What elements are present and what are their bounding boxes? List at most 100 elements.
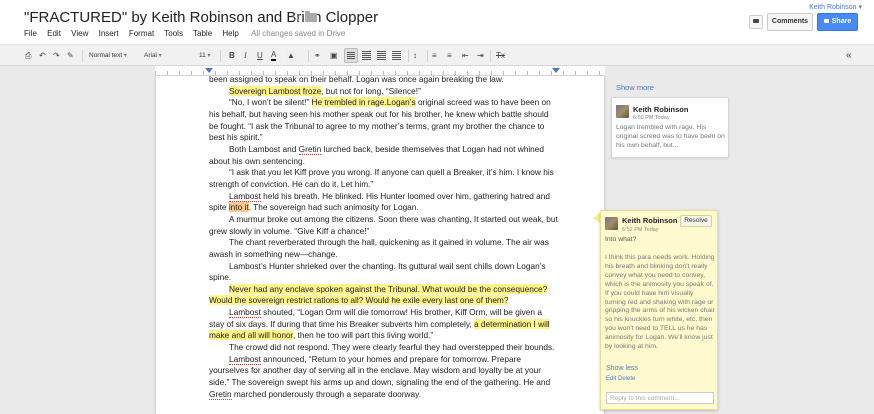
share-label: Share [831,18,852,25]
reply-input[interactable] [606,392,714,404]
left-indent-handle[interactable] [205,68,213,73]
comment-question: Into what? [605,236,637,243]
document-paragraph: Lambost held his breath. He blinked. His… [209,190,558,214]
menu-format[interactable]: Format [129,29,154,38]
star-icon[interactable]: ☆ [290,9,302,25]
comment-card-active[interactable]: Keith Robinson 6:52 PM Today Resolve Int… [600,210,718,410]
text-run: The crowd did not respond. They were cle… [229,342,555,353]
document-paragraph: Lambost’s Hunter shrieked over the chant… [209,261,558,284]
text-run: A murmur broke out among the citizens. S… [209,213,558,236]
line-spacing-icon[interactable]: ↕ [413,50,417,61]
increase-indent-icon[interactable]: ⇥ [477,50,484,61]
comment-text: Logan trembled with rage. His original s… [616,124,725,149]
text-run: Lambost’s Hunter shrieked over the chant… [209,260,546,283]
edit-comment-link[interactable]: Edit [606,376,616,382]
font-size-select[interactable]: 11 [199,50,210,62]
text-color-button[interactable]: A [271,50,277,61]
text-run: announced, “Return to your homes and pre… [209,353,551,388]
menu-table[interactable]: Table [193,29,212,38]
menu-file[interactable]: File [24,29,37,38]
folder-icon[interactable] [305,11,317,22]
underline-button[interactable]: U [257,50,263,61]
align-left-button[interactable] [344,48,358,63]
align-right-icon[interactable] [377,51,386,60]
document-paragraph: “I ask that you let Kiff prove you wrong… [209,167,558,190]
document-title[interactable]: "FRACTURED" by Keith Robinson and Brian … [24,9,378,26]
text-run: “I ask that you let Kiff prove you wrong… [209,167,554,189]
document-paragraph: Lambost announced, “Return to your homes… [209,353,558,401]
avatar [605,217,618,230]
share-button[interactable]: Share [817,13,858,31]
clear-formatting-button[interactable]: Tx [496,50,505,61]
highlighted-text: He trembled in rage. [311,97,387,108]
toolbar-divider [408,50,409,62]
numbered-list-icon[interactable]: ≡ [432,50,437,61]
align-center-icon[interactable] [362,51,371,60]
print-icon[interactable]: ⎙ [25,50,31,61]
bulleted-list-icon[interactable]: ≡ [447,50,452,61]
comment-time: 6:50 PM Today [633,115,670,121]
redo-icon[interactable]: ↷ [53,50,60,61]
insert-comment-icon[interactable]: ▣ [330,50,338,61]
chat-button[interactable] [749,15,763,29]
style-select[interactable]: Normal text [89,50,127,62]
link-icon[interactable]: ⚭ [314,50,321,61]
font-select[interactable]: Arial [144,50,162,62]
comment-text: I think this para needs work. Holding hi… [605,254,715,351]
undo-icon[interactable]: ↶ [39,50,46,61]
document-page[interactable]: been assigned to speak on their behalf. … [155,76,605,414]
resolve-button[interactable]: Resolve [680,215,712,227]
comment-card[interactable]: Keith Robinson 6:50 PM Today Logan tremb… [611,97,729,158]
toolbar-divider [220,50,221,62]
toolbar-divider [490,50,491,62]
menu-tools[interactable]: Tools [164,29,183,38]
toolbar: ⎙ ↶ ↷ ✎ Normal text Arial 11 B I U A ▲ ⚭… [0,44,874,66]
comment-actions: Edit Delete [606,375,635,384]
align-left-icon [347,52,355,59]
delete-comment-link[interactable]: Delete [618,376,635,382]
toolbar-divider [427,50,428,62]
comment-author: Keith Robinson [633,105,689,114]
document-paragraph: been assigned to speak on their behalf. … [209,76,558,86]
misspelled-word: Gretin [298,143,322,155]
text-run: marched ponderously through a separate d… [231,388,421,399]
menu-view[interactable]: View [71,29,88,38]
text-run: “No, I won’t be silent!” [229,97,312,108]
menu-help[interactable]: Help [222,29,238,38]
decrease-indent-icon[interactable]: ⇤ [462,50,469,61]
menu-insert[interactable]: Insert [99,29,119,38]
comment-time: 6:52 PM Today [622,227,659,233]
header-bar: "FRACTURED" by Keith Robinson and Brian … [0,0,874,44]
document-paragraph: Sovereign Lambost froze, but not for lon… [209,85,558,98]
account-menu[interactable]: Keith Robinson ▾ [809,3,862,11]
comments-button[interactable]: Comments [767,13,813,31]
misspelled-word: Lambost [229,190,261,202]
show-more-comments-link[interactable]: Show more [616,83,654,92]
document-paragraph: Both Lambost and Gretin lurched back, be… [209,143,558,167]
italic-button[interactable]: I [244,50,247,61]
text-run: been assigned to speak on their behalf. … [209,76,504,84]
document-paragraph: A murmur broke out among the citizens. S… [209,214,558,237]
lock-icon [823,19,829,23]
document-body[interactable]: been assigned to speak on their behalf. … [209,76,558,400]
menu-bar: File Edit View Insert Format Tools Table… [24,29,345,38]
text-run: . The sovereign had such animosity for L… [248,202,419,213]
highlight-color-icon[interactable]: ▲ [287,50,295,61]
document-paragraph: Never had any enclave spoken against the… [209,283,558,307]
highlighted-text: Logan’s [386,97,416,108]
right-indent-handle[interactable] [552,68,560,73]
show-less-link[interactable]: Show less [606,365,638,374]
document-paragraph: Lambost shouted, “Logan Orm will die tom… [209,307,558,342]
document-workspace: been assigned to speak on their behalf. … [0,66,874,414]
highlighted-text: Sovereign Lambost froze [229,85,322,96]
paint-format-icon[interactable]: ✎ [67,50,74,61]
misspelled-word: Lambost [229,307,261,319]
menu-edit[interactable]: Edit [47,29,61,38]
misspelled-word: Lambost [229,353,261,365]
align-justify-icon[interactable] [392,51,401,60]
text-run: , but not for long. “Silence!” [321,85,421,96]
toolbar-divider [82,50,83,62]
misspelled-word: Gretin [209,388,232,400]
collapse-toolbar-button[interactable]: « [846,50,852,61]
bold-button[interactable]: B [229,50,235,61]
